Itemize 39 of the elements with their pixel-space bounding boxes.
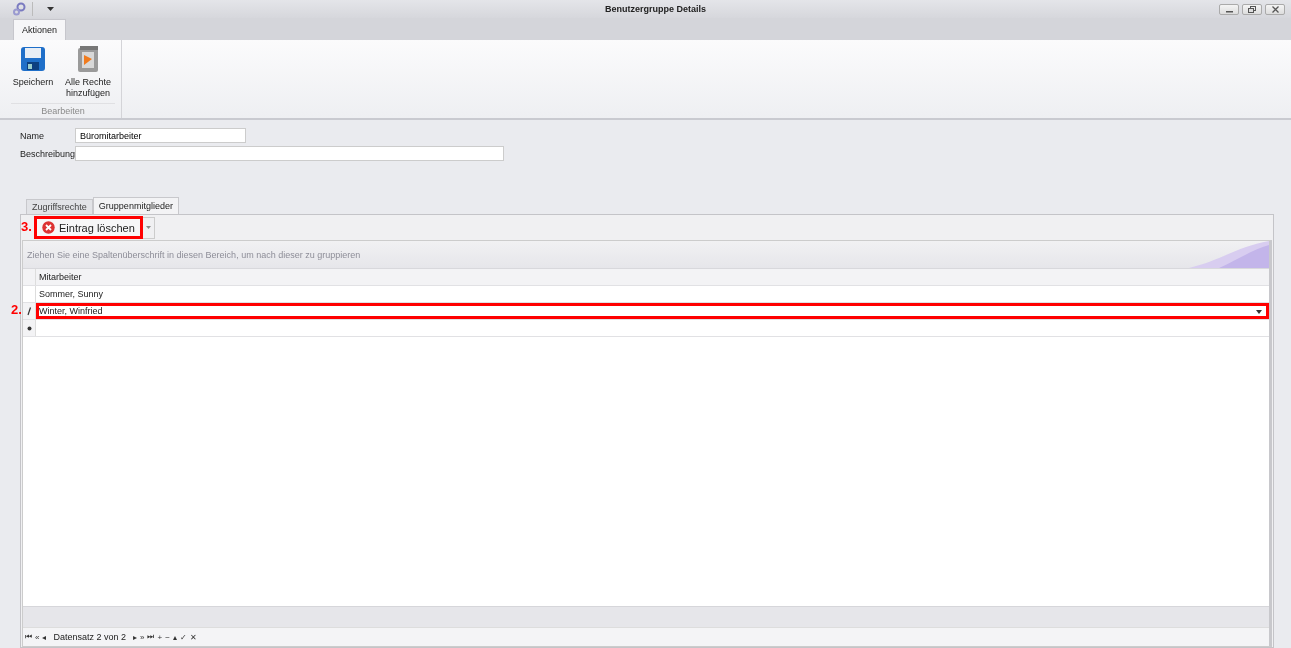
navigator-button[interactable]: + [157, 632, 163, 642]
caret-icon [145, 226, 151, 229]
table-cell[interactable]: Sommer, Sunny [36, 286, 1269, 302]
cabinet-icon [76, 45, 100, 73]
add-rights-button[interactable]: Alle Rechte hinzufügen [61, 44, 115, 103]
record-counter: Datensatz 2 von 2 [52, 632, 127, 642]
table-cell[interactable]: Winter, Winfried [36, 303, 1269, 319]
navigator-button[interactable]: ✕ [189, 632, 197, 642]
navigator-button[interactable]: » [140, 632, 145, 642]
new-row-icon [26, 325, 32, 331]
save-button[interactable]: Speichern [11, 44, 55, 103]
field-label: Name [20, 130, 45, 141]
navigator-button[interactable]: ✓ [179, 632, 187, 642]
tab[interactable]: Zugriffsrechte [26, 199, 93, 214]
step-number: 2. [11, 303, 22, 317]
window-title: Benutzergruppe Details [604, 4, 707, 14]
close-icon[interactable] [1271, 5, 1279, 13]
text-field[interactable] [75, 146, 504, 161]
navigator-button[interactable]: ◂ [42, 632, 47, 642]
navigator-button[interactable]: ⏮ [25, 632, 32, 642]
navigator-button[interactable]: ▴ [172, 632, 177, 642]
ribbon-tab[interactable]: Aktionen [13, 19, 67, 40]
step-number: 3. [21, 220, 32, 234]
navigator-button[interactable]: « [35, 632, 40, 642]
dropdown-icon[interactable] [1256, 310, 1262, 314]
navigator-button[interactable]: ⏭ [147, 632, 155, 642]
group-panel-hint: Ziehen Sie eine Spaltenüberschrift in diesen Bereich, um nach dieser zu gruppieren [27, 249, 361, 260]
dropdown-button[interactable] [142, 216, 155, 239]
text-field[interactable]: Büromitarbeiter [75, 128, 246, 143]
ribbon-group-label: Bearbeiten [11, 103, 115, 118]
delete-entry-button[interactable]: Eintrag löschen [34, 216, 143, 239]
navigator-button[interactable]: ▸ [133, 632, 137, 642]
delete-icon [42, 221, 55, 234]
dropdown-icon[interactable] [47, 6, 54, 12]
navigator-button[interactable]: − [165, 632, 170, 642]
tab[interactable]: Gruppenmitglieder [92, 197, 179, 214]
restore-icon[interactable] [1248, 5, 1256, 13]
gears-icon[interactable] [12, 2, 26, 16]
field-label: Beschreibung [20, 148, 75, 159]
